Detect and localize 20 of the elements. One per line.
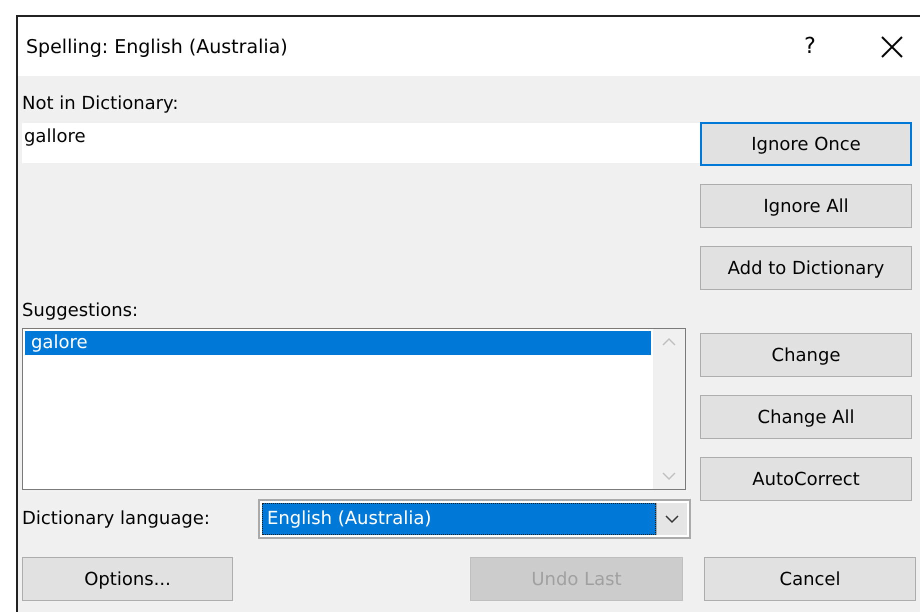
dialog-button[interactable]: AutoCorrect — [700, 457, 912, 501]
field-label: Suggestions: — [22, 300, 140, 322]
misspelled-word-field[interactable]: gallore — [22, 123, 700, 163]
dropdown-value: English (Australia) — [262, 503, 656, 535]
chevron-down-icon[interactable] — [665, 514, 679, 524]
dialog-button[interactable]: Add to Dictionary — [700, 246, 912, 290]
dialog-button[interactable]: Change — [700, 333, 912, 377]
dialog-button[interactable]: Cancel — [704, 557, 916, 601]
field-label: Dictionary language: — [22, 508, 211, 530]
language-dropdown[interactable]: English (Australia) — [258, 499, 691, 539]
dialog-button[interactable]: Ignore All — [700, 184, 912, 228]
help-button[interactable]: ? — [798, 34, 822, 59]
suggestion-item[interactable]: galore — [25, 331, 651, 355]
window-title: Spelling: English (Australia) — [26, 36, 289, 58]
dialog-button[interactable]: Ignore Once — [700, 122, 912, 166]
dialog-button[interactable]: Change All — [700, 395, 912, 439]
field-label: Not in Dictionary: — [22, 93, 180, 115]
suggestions-list[interactable]: galore — [22, 328, 686, 490]
close-icon[interactable] — [880, 34, 904, 58]
dialog-button[interactable]: Options... — [22, 557, 233, 601]
